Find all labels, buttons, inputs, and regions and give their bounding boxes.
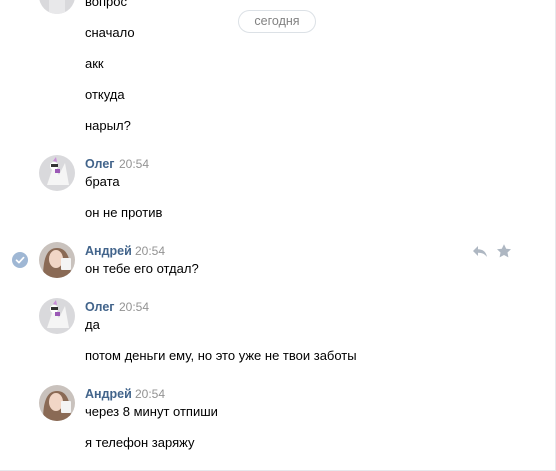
- author-name[interactable]: Андрей: [85, 386, 132, 402]
- avatar-image-oleg: [39, 155, 75, 191]
- timestamp[interactable]: 20:54: [119, 156, 149, 172]
- check-circle-icon[interactable]: [12, 252, 28, 268]
- timestamp[interactable]: 20:54: [135, 243, 165, 259]
- message-text: вопрос: [85, 0, 127, 9]
- timestamp[interactable]: 20:54: [135, 386, 165, 402]
- chat-history: сегодня вопрос сначало акк откуда нарыл?: [0, 0, 556, 471]
- author-name[interactable]: Андрей: [85, 243, 132, 259]
- avatar-oleg[interactable]: [39, 155, 75, 191]
- message-text: я телефон заряжу: [85, 435, 195, 450]
- message-text: он не против: [85, 205, 163, 220]
- author-name[interactable]: Олег: [85, 299, 115, 315]
- message-text: сначало: [85, 25, 135, 40]
- avatar-andrey[interactable]: [39, 385, 75, 421]
- message-text: он тебе его отдал?: [85, 261, 199, 276]
- reply-icon[interactable]: [471, 243, 489, 259]
- avatar-oleg[interactable]: [39, 298, 75, 334]
- message-text: нарыл?: [85, 118, 131, 133]
- message-text: потом деньги ему, но это уже не твои заб…: [85, 348, 357, 363]
- message-text: брата: [85, 174, 120, 189]
- message-text: откуда: [85, 87, 125, 102]
- avatar-image-andrey: [39, 242, 75, 278]
- author-name[interactable]: Олег: [85, 156, 115, 172]
- avatar-image-andrey: [39, 385, 75, 421]
- avatar-image-oleg: [39, 0, 75, 14]
- avatar-oleg[interactable]: [39, 0, 75, 14]
- avatar-andrey[interactable]: [39, 242, 75, 278]
- star-icon[interactable]: [495, 243, 513, 259]
- message-text: да: [85, 317, 100, 332]
- message-text: через 8 минут отпиши: [85, 404, 218, 419]
- date-separator: сегодня: [238, 10, 316, 33]
- message-text: акк: [85, 56, 104, 71]
- avatar-image-oleg: [39, 298, 75, 334]
- timestamp[interactable]: 20:54: [119, 299, 149, 315]
